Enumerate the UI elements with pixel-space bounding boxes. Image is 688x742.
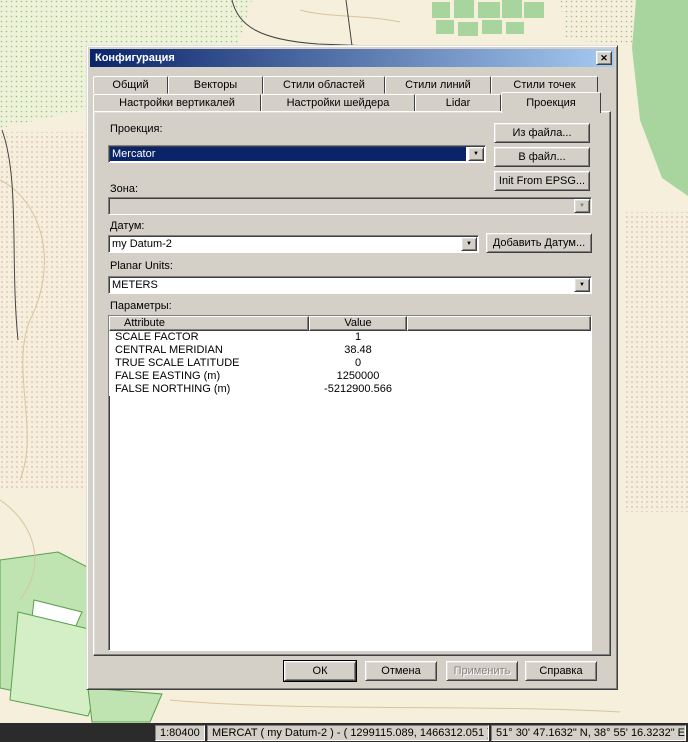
table-row[interactable]: SCALE FACTOR 1 <box>109 331 591 344</box>
table-row[interactable]: CENTRAL MERIDIAN 38.48 <box>109 344 591 357</box>
projection-select-value[interactable]: Mercator <box>110 147 466 161</box>
to-file-button[interactable]: В файл... <box>494 147 590 167</box>
tab-vectors[interactable]: Векторы <box>168 76 263 94</box>
parameters-table-body: SCALE FACTOR 1 CENTRAL MERIDIAN 38.48 TR… <box>109 331 591 396</box>
table-row[interactable]: TRUE SCALE LATITUDE 0 <box>109 357 591 370</box>
configuration-dialog: Конфигурация ✕ Общий Векторы Стили облас… <box>86 45 618 690</box>
param-value-cell: 1 <box>309 331 407 344</box>
projection-tab-page: Проекция: Mercator ▼ Из файла... В файл.… <box>93 111 611 656</box>
planar-units-label: Planar Units: <box>110 260 173 272</box>
help-button[interactable]: Справка <box>525 661 597 681</box>
parameters-table: Attribute Value SCALE FACTOR 1 CENTRAL M… <box>108 315 592 651</box>
tab-lidar[interactable]: Lidar <box>415 94 501 111</box>
parameters-label: Параметры: <box>110 300 172 312</box>
projection-label: Проекция: <box>110 123 163 135</box>
tab-area-styles[interactable]: Стили областей <box>263 76 385 94</box>
zone-select-value <box>110 199 572 213</box>
datum-label: Датум: <box>110 220 144 232</box>
tab-shader-settings[interactable]: Настройки шейдера <box>261 94 415 111</box>
column-header-attribute[interactable]: Attribute <box>109 316 309 331</box>
zone-label: Зона: <box>110 183 138 195</box>
projection-select[interactable]: Mercator ▼ <box>108 145 486 163</box>
coordinates-display: 51° 30' 47.1632" N, 38° 55' 16.3232" E <box>491 725 686 741</box>
param-value-cell: 0 <box>309 357 407 370</box>
tab-line-styles[interactable]: Стили линий <box>385 76 491 94</box>
table-row[interactable]: FALSE EASTING (m) 1250000 <box>109 370 591 383</box>
status-bar: 1:80400 MERCAT ( my Datum-2 ) - ( 129911… <box>0 723 688 742</box>
tab-row-front: Настройки вертикалей Настройки шейдера L… <box>93 94 601 113</box>
param-value-cell: -5212900.566 <box>309 383 407 396</box>
table-row[interactable]: FALSE NORTHING (m) -5212900.566 <box>109 383 591 396</box>
chevron-down-icon[interactable]: ▼ <box>468 147 484 161</box>
ok-button[interactable]: ОК <box>284 661 356 681</box>
column-header-value[interactable]: Value <box>309 316 407 331</box>
cancel-button[interactable]: Отмена <box>365 661 437 681</box>
from-file-button[interactable]: Из файла... <box>494 123 590 143</box>
param-value-cell: 1250000 <box>309 370 407 383</box>
param-attribute-cell: FALSE NORTHING (m) <box>109 383 309 396</box>
datum-select-value[interactable]: my Datum-2 <box>110 237 459 251</box>
planar-units-select[interactable]: METERS ▼ <box>108 276 592 294</box>
init-from-epsg-button[interactable]: Init From EPSG... <box>494 171 590 191</box>
datum-select[interactable]: my Datum-2 ▼ <box>108 235 479 253</box>
chevron-down-icon[interactable]: ▼ <box>461 237 477 251</box>
scale-indicator: 1:80400 <box>155 725 205 741</box>
dialog-title: Конфигурация <box>95 52 596 64</box>
param-attribute-cell: SCALE FACTOR <box>109 331 309 344</box>
projection-status: MERCAT ( my Datum-2 ) - ( 1299115.089, 1… <box>207 725 489 741</box>
param-value-cell: 38.48 <box>309 344 407 357</box>
add-datum-button[interactable]: Добавить Датум... <box>486 233 592 253</box>
param-attribute-cell: TRUE SCALE LATITUDE <box>109 357 309 370</box>
param-attribute-cell: CENTRAL MERIDIAN <box>109 344 309 357</box>
chevron-down-icon[interactable]: ▼ <box>574 278 590 292</box>
param-attribute-cell: FALSE EASTING (m) <box>109 370 309 383</box>
apply-button: Применить <box>446 661 518 681</box>
tab-projection[interactable]: Проекция <box>501 92 601 113</box>
zone-select: ▼ <box>108 197 592 215</box>
column-header-filler <box>407 316 591 331</box>
tab-general[interactable]: Общий <box>93 76 168 94</box>
close-icon[interactable]: ✕ <box>596 51 612 65</box>
parameters-table-header: Attribute Value <box>109 316 591 331</box>
chevron-down-icon: ▼ <box>574 199 590 213</box>
planar-units-select-value[interactable]: METERS <box>110 278 572 292</box>
tab-vertical-settings[interactable]: Настройки вертикалей <box>93 94 261 111</box>
dialog-titlebar[interactable]: Конфигурация ✕ <box>90 49 614 67</box>
